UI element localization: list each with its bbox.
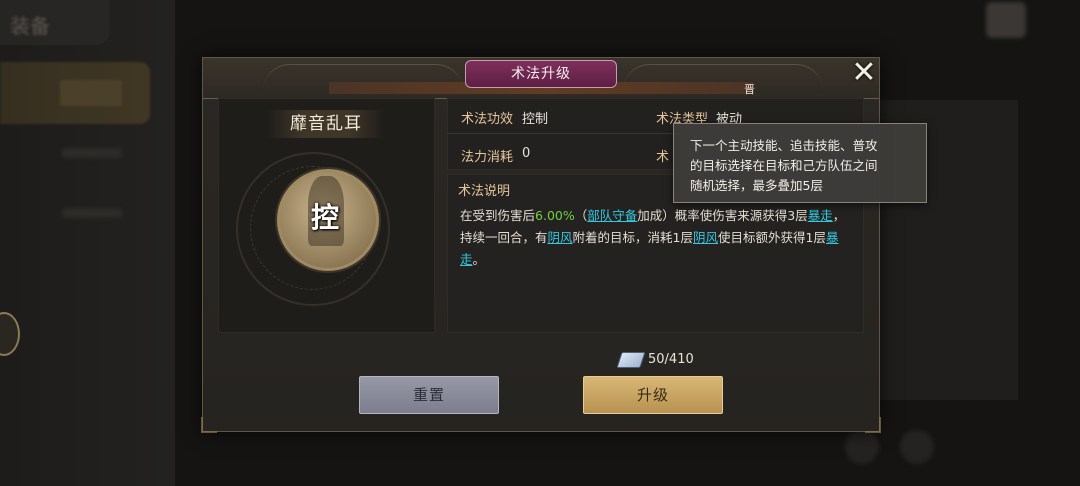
keyword-link-troop-defense[interactable]: 部队守备 bbox=[587, 208, 637, 223]
chance-percent: 6.00% bbox=[535, 208, 575, 223]
mana-cost-value: 0 bbox=[522, 146, 531, 161]
tooltip-line: 随机选择，最多叠加5层 bbox=[690, 178, 823, 193]
tooltip-line: 的目标选择在目标和己方队伍之间 bbox=[690, 158, 878, 173]
desc-segment: 在受到伤害后 bbox=[460, 208, 536, 223]
desc-segment: 附着的目标，消耗1层 bbox=[572, 230, 693, 245]
effect-value: 控制 bbox=[522, 112, 549, 127]
description-text: 在受到伤害后6.00%（部队守备加成）概率使伤害来源获得3层暴走，持续一回合，有… bbox=[460, 205, 852, 271]
effect-label: 术法功效 bbox=[461, 112, 514, 127]
background-menu-line bbox=[62, 208, 122, 218]
background-top-tab: 装备 bbox=[0, 0, 110, 45]
dialog-header: 术法升级 bbox=[203, 58, 879, 99]
desc-segment: 加成）概率使伤害来源获得3层 bbox=[637, 208, 808, 223]
skill-type-glyph: 控 bbox=[310, 201, 339, 234]
corner-ornament bbox=[201, 417, 217, 433]
background-top-button bbox=[986, 2, 1026, 38]
keyword-link-rampage[interactable]: 暴走 bbox=[808, 208, 833, 223]
mana-cost-label: 法力消耗 bbox=[461, 150, 514, 165]
description-title: 术法说明 bbox=[458, 184, 511, 199]
close-icon: ✕ bbox=[851, 55, 877, 90]
resource-amount: 50/410 bbox=[648, 352, 694, 367]
tooltip-line: 下一个主动技能、追击技能、普攻 bbox=[690, 138, 878, 153]
keyword-tooltip: 下一个主动技能、追击技能、普攻 的目标选择在目标和己方队伍之间 随机选择，最多叠… bbox=[673, 123, 927, 203]
background-menu-line bbox=[62, 148, 122, 158]
keyword-link-yinfeng[interactable]: 阴风 bbox=[548, 230, 573, 245]
reset-button[interactable]: 重置 bbox=[359, 376, 499, 414]
corner-ornament bbox=[865, 417, 881, 433]
background-menu-item bbox=[0, 62, 150, 124]
close-button[interactable]: ✕ bbox=[850, 58, 878, 88]
desc-segment: （ bbox=[574, 208, 588, 223]
keyword-link-yinfeng[interactable]: 阴风 bbox=[693, 230, 718, 245]
stat-label-partial: 术 bbox=[656, 150, 670, 165]
desc-segment: 使目标额外获得1层 bbox=[718, 230, 826, 245]
desc-segment: 。 bbox=[472, 252, 486, 267]
background-top-tab-label: 装备 bbox=[10, 14, 50, 38]
skill-name: 靡音乱耳 bbox=[268, 110, 384, 138]
background-bottom-icon bbox=[900, 430, 934, 464]
header-glyph: 晋 bbox=[744, 83, 755, 96]
upgrade-button[interactable]: 升级 bbox=[583, 376, 723, 414]
background-bottom-icon bbox=[845, 430, 879, 464]
dialog-title: 术法升级 bbox=[465, 60, 617, 88]
